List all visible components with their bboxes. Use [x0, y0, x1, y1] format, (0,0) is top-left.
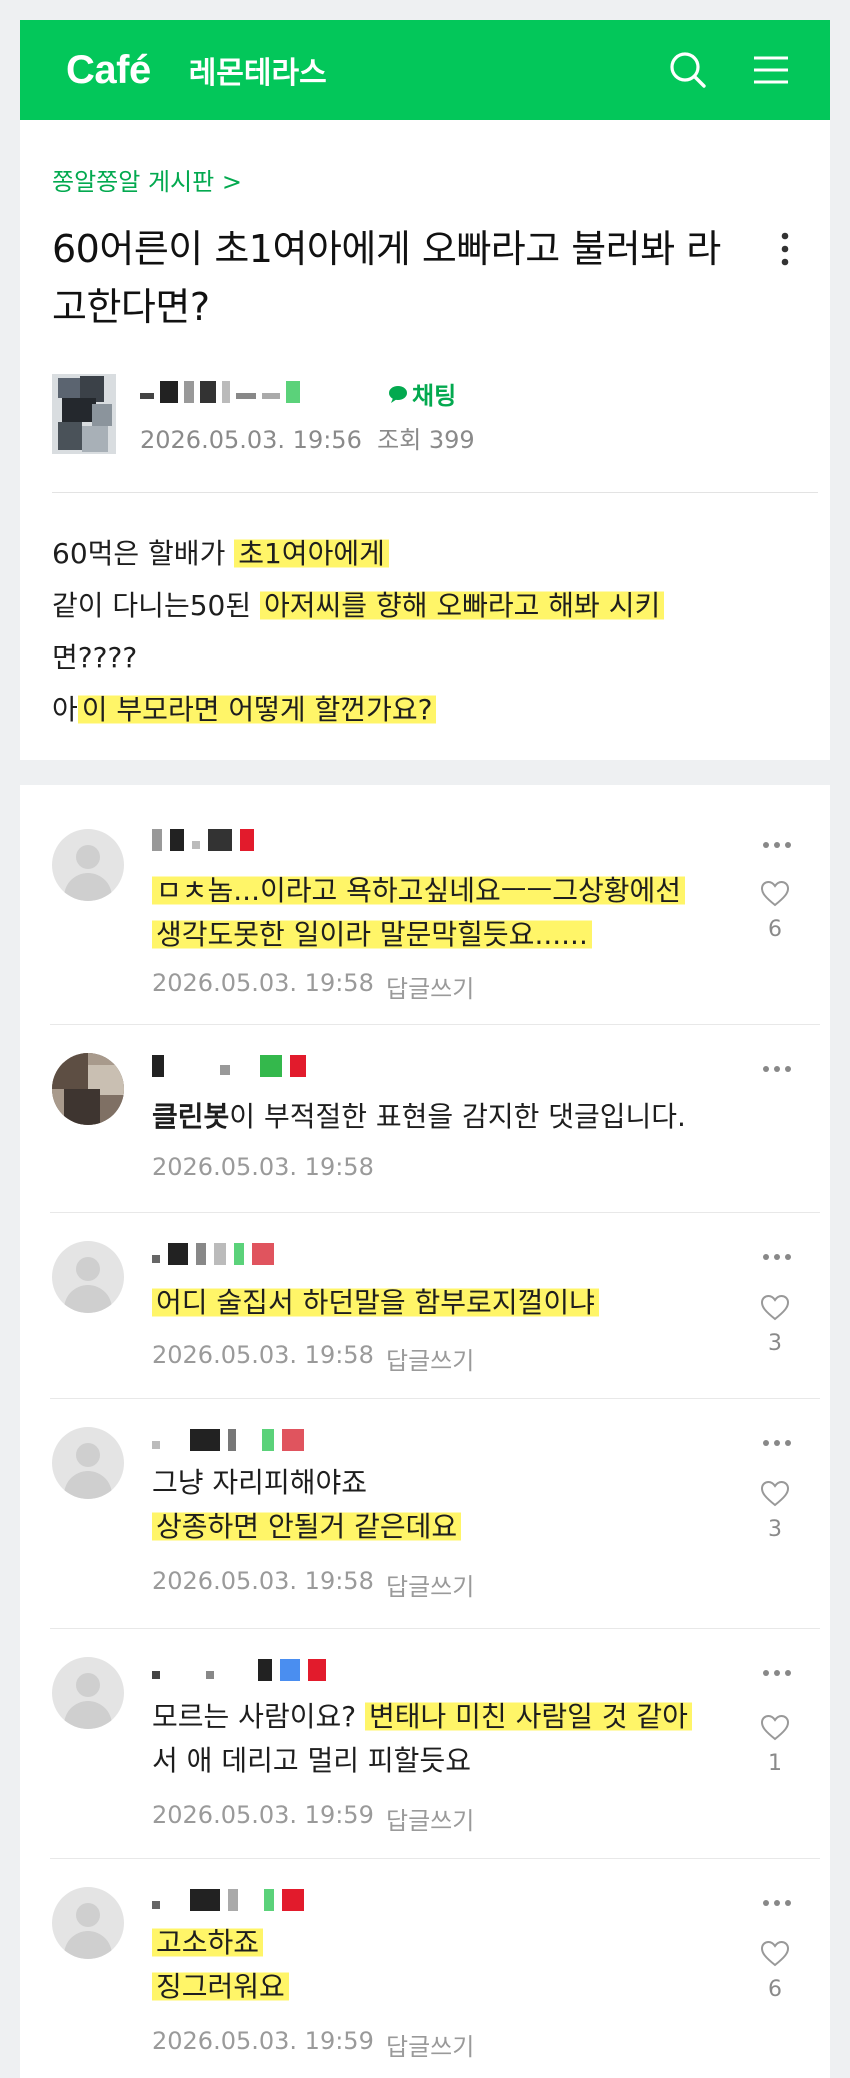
like-count: 6	[768, 1977, 782, 2002]
comment-highlight: 변태나 미친 사람일 것 같아	[364, 1700, 692, 1733]
heart-icon	[760, 1940, 790, 1967]
comment-item: 어디 술집서 하던말을 함부로지껄이냐 2026.05.03. 19:58 답글…	[20, 1213, 830, 1399]
like-count: 3	[768, 1331, 782, 1356]
commenter-name-mosaic[interactable]	[152, 1241, 274, 1267]
chat-button[interactable]: 채팅	[388, 376, 456, 411]
more-horizontal-icon[interactable]	[762, 1253, 792, 1261]
heart-icon	[760, 880, 790, 907]
comment-item: 고소하죠 징그러워요 2026.05.03. 19:59 답글쓰기 6	[20, 1859, 830, 2078]
cleanbot-notice: 클린봇이 부적절한 표현을 감지한 댓글입니다.	[152, 1095, 742, 1139]
reply-button[interactable]: 답글쓰기	[386, 1341, 474, 1376]
comment-date: 2026.05.03. 19:58	[152, 969, 374, 997]
commenter-name-mosaic[interactable]	[152, 827, 254, 853]
heart-icon	[760, 1480, 790, 1507]
commenter-name-mosaic[interactable]	[152, 1887, 304, 1913]
more-horizontal-icon[interactable]	[762, 1439, 792, 1447]
like-count: 3	[768, 1517, 782, 1542]
body-highlight: 이 부모라면 어떻게 할껀가요?	[77, 693, 437, 726]
comment-list: ㅁㅊ놈...이라고 욕하고싶네요ㅡㅡ그상황에선 생각도못한 일이라 말문막힐듯요…	[20, 785, 830, 2078]
more-horizontal-icon[interactable]	[762, 841, 792, 849]
commenter-name-mosaic[interactable]	[152, 1427, 304, 1453]
comment-highlight: ㅁㅊ놈...이라고 욕하고싶네요ㅡㅡ그상황에선	[152, 874, 686, 907]
divider	[52, 492, 818, 493]
comment-highlight: 생각도못한 일이라 말문막힐듯요......	[152, 918, 592, 951]
like-button[interactable]: 6	[760, 1940, 790, 2002]
comment-text: 어디 술집서 하던말을 함부로지껄이냐	[152, 1281, 742, 1325]
comment-date: 2026.05.03. 19:58	[152, 1341, 374, 1369]
default-avatar-icon[interactable]	[52, 1241, 124, 1313]
default-avatar-icon[interactable]	[52, 1427, 124, 1499]
cafe-name[interactable]: 레몬테라스	[189, 48, 327, 92]
comment-plain: 모르는 사람이요?	[152, 1700, 365, 1733]
heart-icon	[760, 1294, 790, 1321]
chat-icon	[389, 385, 407, 403]
comment-date: 2026.05.03. 19:59	[152, 2027, 374, 2055]
reply-button[interactable]: 답글쓰기	[386, 1801, 474, 1836]
comment-highlight: 상종하면 안될거 같은데요	[152, 1510, 462, 1543]
post-meta: 2026.05.03. 19:56 조회 399	[140, 420, 475, 455]
comment-item: 모르는 사람이요? 변태나 미친 사람일 것 같아 서 애 데리고 멀리 피할듯…	[20, 1629, 830, 1859]
comment-highlight: 고소하죠	[152, 1926, 264, 1959]
commenter-avatar[interactable]	[52, 1053, 124, 1125]
default-avatar-icon[interactable]	[52, 829, 124, 901]
post-body: 60먹은 할배가 초1여아에게 같이 다니는50된 아저씨를 향해 오빠라고 해…	[52, 528, 665, 736]
more-horizontal-icon[interactable]	[762, 1669, 792, 1677]
menu-icon[interactable]	[752, 53, 790, 87]
reply-button[interactable]: 답글쓰기	[386, 1567, 474, 1602]
reply-button[interactable]: 답글쓰기	[386, 2027, 474, 2062]
top-bar: Café 레몬테라스	[20, 20, 830, 120]
comment-text: ㅁㅊ놈...이라고 욕하고싶네요ㅡㅡ그상황에선 생각도못한 일이라 말문막힐듯요…	[152, 869, 742, 957]
article-card: 쫑알쫑알 게시판 > 60어른이 초1여아에게 오빠라고 불러봐 라고한다면?	[20, 120, 830, 760]
comment-date: 2026.05.03. 19:59	[152, 1801, 374, 1829]
app-frame: Café 레몬테라스 쫑알쫑알 게시판 > 60어른이 초1여아에게 오빠라고 …	[0, 0, 850, 2078]
comment-text: 모르는 사람이요? 변태나 미친 사람일 것 같아 서 애 데리고 멀리 피할듯…	[152, 1695, 742, 1783]
more-vertical-icon[interactable]	[780, 232, 790, 270]
comment-item: 그냥 자리피해야죠 상종하면 안될거 같은데요 2026.05.03. 19:5…	[20, 1399, 830, 1629]
author-avatar[interactable]	[52, 374, 116, 454]
view-count: 조회 399	[377, 426, 475, 454]
reply-button[interactable]: 답글쓰기	[386, 969, 474, 1004]
board-link[interactable]: 쫑알쫑알 게시판 >	[52, 162, 242, 197]
like-count: 6	[768, 917, 782, 942]
author-name-mosaic[interactable]	[140, 378, 300, 406]
comment-text: 고소하죠 징그러워요	[152, 1921, 742, 2009]
comment-item: 클린봇이 부적절한 표현을 감지한 댓글입니다. 2026.05.03. 19:…	[20, 1025, 830, 1213]
comment-date: 2026.05.03. 19:58	[152, 1153, 374, 1181]
like-button[interactable]: 1	[760, 1714, 790, 1776]
more-horizontal-icon[interactable]	[762, 1065, 792, 1073]
comment-date: 2026.05.03. 19:58	[152, 1567, 374, 1595]
post-date: 2026.05.03. 19:56	[140, 426, 362, 454]
commenter-name-mosaic[interactable]	[152, 1657, 326, 1683]
body-highlight: 아저씨를 향해 오빠라고 해봐 시키	[260, 589, 665, 622]
like-button[interactable]: 3	[760, 1480, 790, 1542]
body-text: 같이 다니는50된	[52, 589, 260, 622]
page-title: 60어른이 초1여아에게 오빠라고 불러봐 라고한다면?	[52, 227, 721, 329]
default-avatar-icon[interactable]	[52, 1657, 124, 1729]
body-text: 아	[52, 693, 78, 726]
cleanbot-text: 이 부적절한 표현을 감지한 댓글입니다.	[229, 1100, 686, 1133]
chat-label: 채팅	[412, 382, 457, 410]
cafe-logo[interactable]: Café	[66, 48, 151, 93]
heart-icon	[760, 1714, 790, 1741]
search-icon[interactable]	[668, 50, 708, 90]
comment-plain: 서 애 데리고 멀리 피할듯요	[152, 1744, 471, 1777]
comment-plain: 그냥 자리피해야죠	[152, 1466, 367, 1499]
body-text: 60먹은 할배가	[52, 537, 235, 570]
comment-item: ㅁㅊ놈...이라고 욕하고싶네요ㅡㅡ그상황에선 생각도못한 일이라 말문막힐듯요…	[20, 785, 830, 1025]
like-button[interactable]: 3	[760, 1294, 790, 1356]
cleanbot-label: 클린봇	[152, 1100, 230, 1133]
like-count: 1	[768, 1751, 782, 1776]
comment-text: 그냥 자리피해야죠 상종하면 안될거 같은데요	[152, 1461, 742, 1549]
like-button[interactable]: 6	[760, 880, 790, 942]
comment-highlight: 어디 술집서 하던말을 함부로지껄이냐	[152, 1286, 599, 1319]
body-text: 면????	[52, 641, 138, 674]
more-horizontal-icon[interactable]	[762, 1899, 792, 1907]
commenter-name-mosaic[interactable]	[152, 1053, 306, 1079]
default-avatar-icon[interactable]	[52, 1887, 124, 1959]
body-highlight: 초1여아에게	[234, 537, 389, 570]
comment-highlight: 징그러워요	[152, 1970, 289, 2003]
